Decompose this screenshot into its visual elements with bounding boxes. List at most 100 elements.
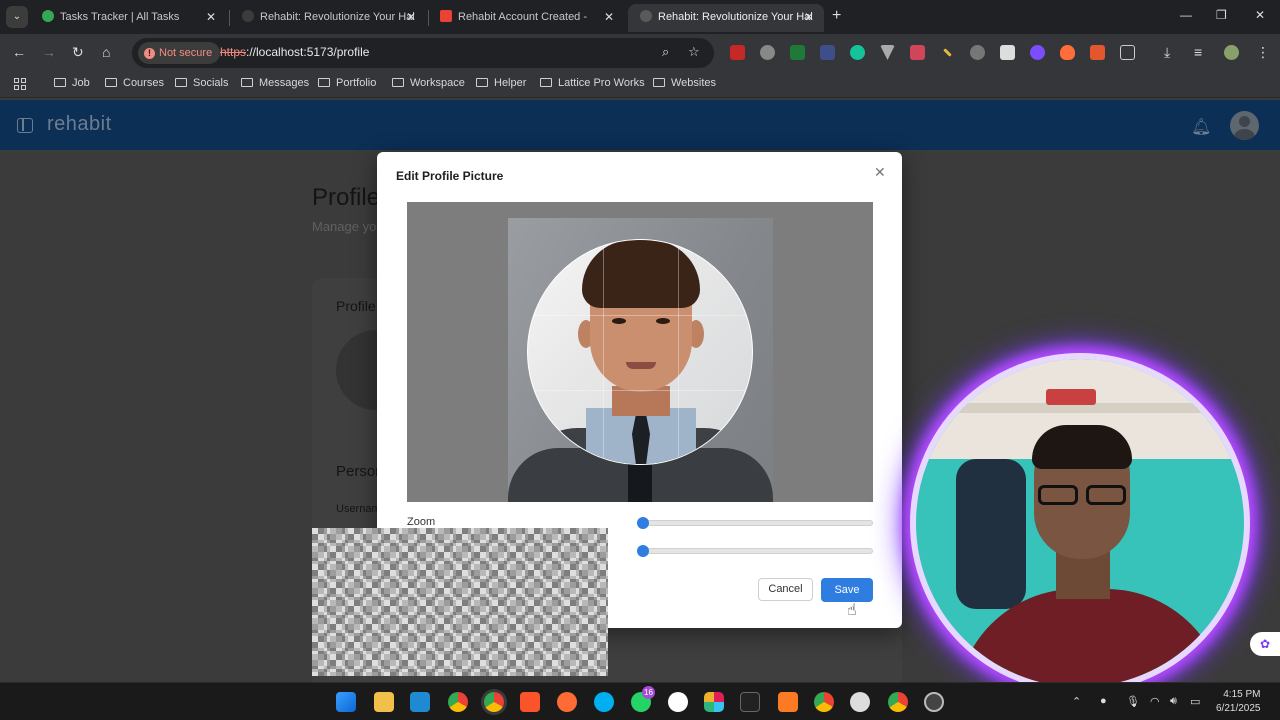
apps-grid-icon[interactable] bbox=[14, 78, 27, 91]
tray-app-icon[interactable]: ● bbox=[1100, 695, 1107, 707]
close-icon[interactable]: ✕ bbox=[874, 164, 886, 181]
media-queue-icon[interactable]: ≡ bbox=[1194, 44, 1202, 60]
app-settings-icon[interactable] bbox=[924, 692, 944, 712]
gmail-icon bbox=[440, 10, 452, 22]
app-logo[interactable]: rehabit bbox=[47, 113, 112, 136]
url-text[interactable]: https://localhost:5173/profile bbox=[220, 45, 369, 59]
bookmark-folder[interactable]: Lattice Pro Works bbox=[540, 77, 645, 89]
extension-s-icon[interactable] bbox=[820, 45, 835, 60]
forward-arrow-icon[interactable]: → bbox=[42, 44, 56, 60]
home-icon[interactable]: ⌂ bbox=[102, 44, 110, 60]
bookmark-folder[interactable]: Portfolio bbox=[318, 77, 376, 89]
extension-calendar-icon[interactable] bbox=[730, 45, 745, 60]
chrome-profile-2-icon[interactable] bbox=[888, 692, 908, 712]
microphone-icon[interactable]: 🎙︎ bbox=[1126, 695, 1140, 708]
sidebar-toggle-icon[interactable] bbox=[17, 118, 33, 133]
assistant-float-icon[interactable]: ✿ bbox=[1250, 632, 1280, 656]
folder-icon bbox=[476, 78, 488, 87]
maximize-button[interactable]: ❐ bbox=[1216, 8, 1227, 22]
image-cropper[interactable] bbox=[407, 202, 873, 502]
page-title: Profile bbox=[312, 184, 381, 211]
file-explorer-icon[interactable] bbox=[374, 692, 394, 712]
volume-icon[interactable]: 🔊︎ bbox=[1170, 695, 1177, 708]
url-scheme: https bbox=[220, 45, 247, 59]
bookmark-folder[interactable]: Socials bbox=[175, 77, 228, 89]
close-tab-icon[interactable]: ✕ bbox=[604, 4, 614, 30]
url-path: ://localhost:5173/profile bbox=[246, 45, 370, 59]
folder-icon bbox=[392, 78, 404, 87]
skype-icon[interactable] bbox=[594, 692, 614, 712]
brave-icon[interactable] bbox=[520, 692, 540, 712]
zoom-slider-handle[interactable] bbox=[637, 517, 649, 529]
battery-icon[interactable]: ▭ bbox=[1190, 695, 1200, 708]
extensions-puzzle-icon[interactable] bbox=[1120, 45, 1135, 60]
field-label: Usernam bbox=[336, 503, 381, 515]
extension-grid-icon[interactable] bbox=[910, 45, 925, 60]
close-tab-icon[interactable]: ✕ bbox=[206, 4, 216, 30]
crop-circle[interactable] bbox=[527, 239, 753, 465]
chrome-active-icon[interactable] bbox=[484, 692, 504, 712]
extension-orange-icon[interactable] bbox=[1090, 45, 1105, 60]
bookmark-folder[interactable]: Job bbox=[54, 77, 90, 89]
menu-kebab-icon[interactable]: ⋮ bbox=[1256, 44, 1270, 61]
extension-vue-icon[interactable] bbox=[880, 45, 895, 60]
tab-rehabit-1[interactable]: Rehabit: Revolutionize Your Hal ✕ bbox=[230, 4, 426, 32]
extension-grammarly-icon[interactable] bbox=[850, 45, 865, 60]
extension-check-icon[interactable] bbox=[790, 45, 805, 60]
close-window-button[interactable]: ✕ bbox=[1255, 8, 1265, 22]
chrome-icon[interactable] bbox=[448, 692, 468, 712]
rotation-slider-handle[interactable] bbox=[637, 545, 649, 557]
bookmark-folder[interactable]: Workspace bbox=[392, 77, 465, 89]
chrome-profile-icon[interactable] bbox=[814, 692, 834, 712]
bookmark-label: Lattice Pro Works bbox=[558, 77, 645, 89]
vscode-icon[interactable] bbox=[410, 692, 430, 712]
security-chip[interactable]: ! Not secure bbox=[138, 42, 221, 64]
check-circle-icon bbox=[42, 10, 54, 22]
address-bar[interactable]: ! Not secure https://localhost:5173/profi… bbox=[132, 38, 714, 68]
bookmark-star-icon[interactable]: ☆ bbox=[688, 44, 700, 60]
rotation-slider[interactable] bbox=[637, 545, 873, 557]
minimize-button[interactable]: — bbox=[1180, 8, 1192, 22]
extension-fire-icon[interactable] bbox=[1060, 45, 1075, 60]
zoom-slider[interactable] bbox=[637, 517, 873, 529]
extension-pen-icon[interactable] bbox=[943, 48, 952, 57]
cancel-button[interactable]: Cancel bbox=[758, 578, 813, 601]
save-button[interactable]: Save bbox=[821, 578, 873, 602]
close-tab-icon[interactable]: ✕ bbox=[804, 4, 814, 30]
tab-tasks-tracker[interactable]: Tasks Tracker | All Tasks ✕ bbox=[30, 4, 226, 32]
windows-start-icon[interactable] bbox=[336, 692, 356, 712]
tab-search-icon[interactable]: ⌄ bbox=[6, 6, 28, 28]
close-tab-icon[interactable]: ✕ bbox=[406, 4, 416, 30]
mongodb-icon[interactable] bbox=[668, 692, 688, 712]
back-arrow-icon[interactable]: ← bbox=[12, 44, 26, 60]
new-tab-button[interactable]: + bbox=[832, 7, 841, 25]
notification-bell-icon[interactable]: 🔔︎ bbox=[1191, 117, 1211, 137]
extension-purple-icon[interactable] bbox=[1030, 45, 1045, 60]
download-icon[interactable]: ⤓ bbox=[1164, 44, 1170, 61]
wifi-icon[interactable]: ◠ bbox=[1150, 695, 1160, 708]
extension-camera-icon[interactable] bbox=[760, 45, 775, 60]
extension-target-icon[interactable] bbox=[970, 45, 985, 60]
user-avatar[interactable] bbox=[1230, 111, 1259, 140]
slack-icon[interactable] bbox=[704, 692, 724, 712]
terminal-icon[interactable] bbox=[740, 692, 760, 712]
extension-box-icon[interactable] bbox=[1000, 45, 1015, 60]
tab-rehabit-active[interactable]: Rehabit: Revolutionize Your Hal ✕ bbox=[628, 4, 824, 32]
zoom-magnifier-icon[interactable]: ⌕ bbox=[662, 44, 669, 60]
bookmark-folder[interactable]: Helper bbox=[476, 77, 526, 89]
xampp-icon[interactable] bbox=[778, 692, 798, 712]
hand-cursor-icon: ☝︎ bbox=[847, 602, 857, 619]
bookmark-folder[interactable]: Messages bbox=[241, 77, 309, 89]
bookmark-folder[interactable]: Courses bbox=[105, 77, 164, 89]
tab-gmail[interactable]: Rehabit Account Created - ✕ bbox=[428, 4, 624, 32]
clock-time: 4:15 PM bbox=[1223, 689, 1261, 700]
reload-icon[interactable]: ↻ bbox=[72, 44, 84, 61]
crop-grid-line bbox=[528, 315, 752, 316]
clock-app-icon[interactable] bbox=[850, 692, 870, 712]
bookmark-folder[interactable]: Websites bbox=[653, 77, 716, 89]
profile-avatar-icon[interactable] bbox=[1224, 45, 1239, 60]
tray-chevron-icon[interactable]: ⌃ bbox=[1072, 695, 1081, 708]
folder-icon bbox=[653, 78, 665, 87]
postman-icon[interactable] bbox=[557, 692, 577, 712]
system-clock[interactable]: 4:15 PM 6/21/2025 bbox=[1216, 688, 1261, 716]
